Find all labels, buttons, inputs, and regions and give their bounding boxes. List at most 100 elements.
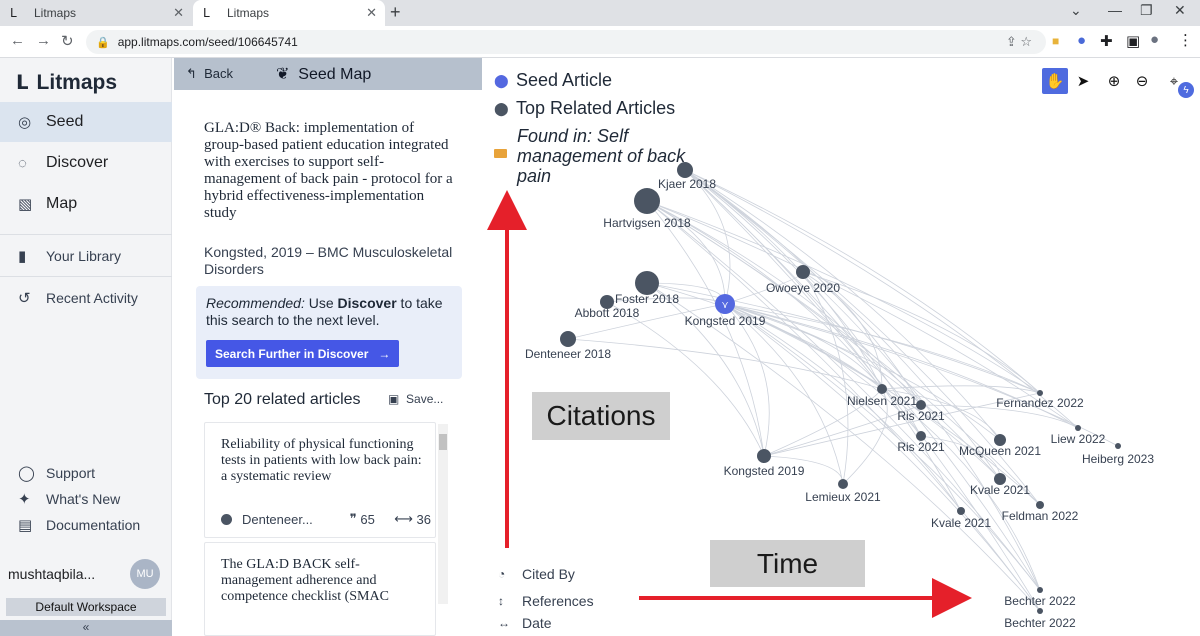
node-label[interactable]: Ris 2021 — [897, 440, 945, 454]
user-menu[interactable]: mushtaqbila... MU — [0, 555, 172, 593]
node-label[interactable]: Feldman 2022 — [1002, 509, 1079, 523]
browser-tab-active[interactable]: ᒪ Litmaps ✕ — [193, 0, 385, 26]
citations-annotation: Citations — [532, 392, 670, 440]
node-label[interactable]: Kvale 2021 — [970, 483, 1030, 497]
sidebar-item-label: What's New — [46, 491, 121, 507]
article-node[interactable] — [838, 479, 848, 489]
node-label[interactable]: Ris 2021 — [897, 409, 945, 423]
node-label[interactable]: Lemieux 2021 — [805, 490, 881, 504]
node-label[interactable]: Kvale 2021 — [931, 516, 991, 530]
workspace-selector[interactable]: Default Workspace — [6, 598, 166, 616]
node-label[interactable]: Fernandez 2022 — [996, 396, 1084, 410]
list-item[interactable]: Reliability of physical functioning test… — [204, 422, 436, 538]
citation-map[interactable]: Kjaer 2018 Hartvigsen 2018 Owoeye 2020 Fost… — [484, 58, 1200, 636]
article-node[interactable] — [1036, 501, 1044, 509]
list-scrollbar[interactable] — [438, 424, 448, 604]
article-node[interactable] — [877, 384, 887, 394]
legend-cited-by: ◔ Cited By — [498, 566, 575, 582]
profile-avatar-icon[interactable]: ● — [1150, 31, 1159, 48]
recommendation-box: Recommended: Use Discover to take this s… — [196, 286, 462, 379]
tab-title: Litmaps — [227, 6, 270, 20]
search-further-label: Search Further in Discover — [215, 346, 369, 361]
bookmark-star-icon[interactable]: ⇪ ☆ — [1006, 34, 1032, 50]
sidebar-item-documentation[interactable]: ▤ Documentation — [0, 512, 172, 538]
library-icon: ▮ — [18, 248, 27, 265]
lightning-badge-icon[interactable]: ϟ — [1178, 82, 1194, 98]
node-label[interactable]: Kongsted 2019 — [724, 464, 805, 478]
panel-title-text: Seed Map — [298, 66, 372, 83]
minimize-icon[interactable]: — — [1108, 2, 1122, 18]
node-label[interactable]: Owoeye 2020 — [766, 281, 840, 295]
citation-link — [684, 169, 883, 390]
citations-icon: ❞ — [349, 511, 361, 526]
folder-extension-icon[interactable]: ■ — [1052, 34, 1059, 48]
node-label[interactable]: Abbott 2018 — [575, 306, 640, 320]
sidebar-item-library[interactable]: ▮ Your Library — [0, 236, 172, 276]
close-tab-icon[interactable]: ✕ — [366, 5, 377, 21]
sidebar-item-label: Recent Activity — [46, 290, 138, 306]
node-label[interactable]: Hartvigsen 2018 — [603, 216, 691, 230]
new-tab-icon[interactable]: + — [390, 2, 401, 23]
book-icon: ▤ — [18, 517, 33, 534]
node-label[interactable]: Bechter 2022 — [1004, 594, 1076, 608]
node-label[interactable]: Bechter 2022 — [1004, 616, 1076, 630]
lock-icon: 🔒 — [96, 36, 110, 49]
node-label[interactable]: Foster 2018 — [615, 292, 679, 306]
sidebar-item-support[interactable]: ◯ Support — [0, 460, 172, 486]
zoom-in-icon[interactable]: ⊕ — [1101, 68, 1127, 94]
node-label[interactable]: Heiberg 2023 — [1082, 452, 1154, 466]
seed-sprout-icon: ⋎ — [721, 300, 728, 311]
article-node[interactable] — [757, 449, 771, 463]
node-label[interactable]: Nielsen 2021 — [847, 394, 917, 408]
close-window-icon[interactable]: ✕ — [1174, 2, 1186, 19]
related-articles-heading: Top 20 related articles — [204, 391, 361, 408]
sidepanel-icon[interactable]: ▣ — [1126, 32, 1140, 50]
node-label[interactable]: McQueen 2021 — [959, 444, 1041, 458]
article-node[interactable] — [1115, 443, 1121, 449]
url-field[interactable]: 🔒 app.litmaps.com/seed/106645741 ⇪ ☆ — [86, 30, 1046, 54]
menu-icon[interactable]: ⋮ — [1178, 31, 1193, 49]
article-node[interactable] — [957, 507, 965, 515]
node-label[interactable]: Liew 2022 — [1051, 432, 1106, 446]
brand-logo[interactable]: ᒪ Litmaps — [16, 70, 117, 95]
restore-icon[interactable]: ❐ — [1140, 2, 1153, 19]
article-node[interactable] — [1075, 425, 1081, 431]
article-node[interactable] — [560, 331, 576, 347]
article-node[interactable] — [1037, 608, 1043, 614]
select-pointer-icon[interactable]: ➤ — [1070, 68, 1096, 94]
pan-tool-icon[interactable]: ✋ — [1042, 68, 1068, 94]
scrollbar-thumb[interactable] — [439, 434, 447, 450]
support-icon: ◯ — [18, 465, 35, 482]
zoom-out-icon[interactable]: ⊖ — [1129, 68, 1155, 94]
sidebar-item-map[interactable]: ▧ Map — [0, 184, 172, 224]
address-bar-row: ← → ↻ 🔒 app.litmaps.com/seed/106645741 ⇪… — [0, 26, 1200, 58]
list-item[interactable]: The GLA:D BACK self-management adherence… — [204, 542, 436, 636]
legend-found-in: Found in: Self management of back pain — [517, 126, 686, 186]
save-button[interactable]: ▣ Save... — [388, 392, 443, 406]
seed-article-title[interactable]: GLA:D® Back: implementation of group-bas… — [204, 120, 454, 222]
legend-top-related: ⬤ Top Related Articles — [494, 98, 675, 119]
search-further-button[interactable]: Search Further in Discover → — [206, 340, 399, 367]
citation-link — [646, 282, 883, 390]
article-node[interactable] — [1037, 587, 1043, 593]
forward-arrow-icon[interactable]: → — [36, 32, 51, 49]
browser-tab[interactable]: ᒪ Litmaps ✕ — [0, 0, 192, 26]
puzzle-icon[interactable]: ✚ — [1100, 32, 1113, 50]
reload-icon[interactable]: ↻ — [61, 32, 74, 50]
tab-search-icon[interactable]: ⌄ — [1070, 2, 1082, 19]
seed-panel: ↰ Back ❦ Seed Map GLA:D® Back: implement… — [174, 58, 482, 636]
citation-link — [724, 303, 1119, 447]
sidebar-item-discover[interactable]: ◌ Discover — [0, 143, 172, 183]
close-tab-icon[interactable]: ✕ — [173, 5, 184, 21]
back-button[interactable]: ↰ Back — [186, 66, 233, 82]
node-label[interactable]: Denteneer 2018 — [525, 347, 611, 361]
article-node[interactable] — [796, 265, 810, 279]
back-arrow-icon[interactable]: ← — [10, 32, 25, 49]
article-node[interactable] — [634, 188, 660, 214]
node-label[interactable]: Kongsted 2019 — [685, 314, 766, 328]
sidebar-item-recent-activity[interactable]: ↺ Recent Activity — [0, 278, 172, 318]
extension-icon[interactable]: ● — [1077, 32, 1086, 49]
sidebar-item-whats-new[interactable]: ✦ What's New — [0, 486, 172, 512]
collapse-sidebar-button[interactable]: « — [0, 620, 172, 636]
sidebar-item-seed[interactable]: ◎ Seed — [0, 102, 172, 142]
